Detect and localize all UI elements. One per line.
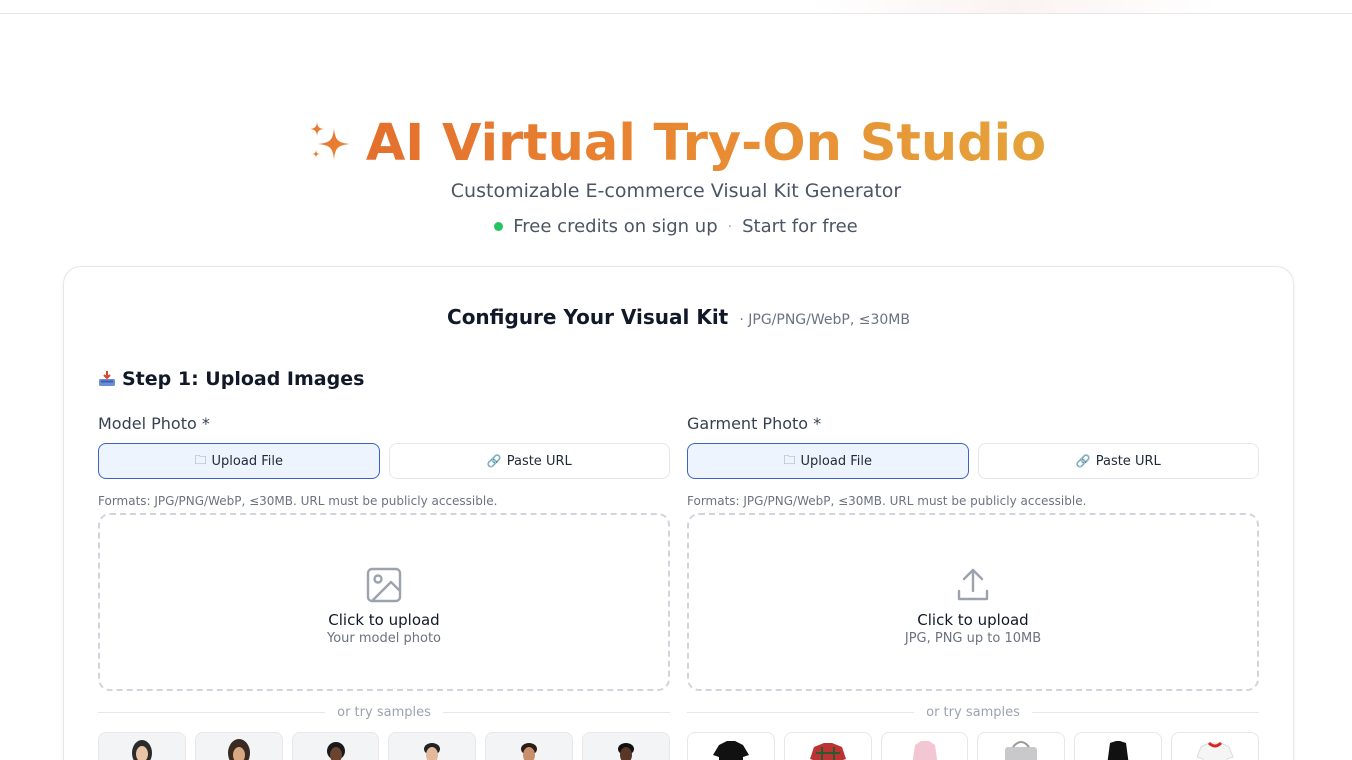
- tab-label: Paste URL: [1095, 453, 1161, 469]
- model-samples: [98, 732, 670, 760]
- status-dot-icon: [494, 222, 504, 231]
- step-title: Step 1: Upload Images: [98, 368, 364, 390]
- model-paste-url-tab[interactable]: 🔗 Paste URL: [388, 443, 670, 479]
- app-title: AI Virtual Try-On Studio: [365, 113, 1047, 173]
- link-icon: 🔗: [1075, 454, 1091, 468]
- model-sample-thumb[interactable]: [194, 732, 283, 760]
- dropzone-subtitle: Your model photo: [327, 630, 441, 646]
- garment-samples: [687, 732, 1259, 760]
- top-nav-bar: [0, 0, 1352, 14]
- samples-divider: or try samples: [98, 705, 670, 720]
- hero-title: AI Virtual Try-On Studio: [306, 108, 1046, 178]
- garment-sample-thumb[interactable]: [1074, 732, 1163, 760]
- app-subtitle: Customizable E-commerce Visual Kit Gener…: [450, 180, 902, 202]
- tab-label: Upload File: [211, 453, 283, 469]
- garment-source-tabs: 🗀 Upload File 🔗 Paste URL: [687, 443, 1259, 479]
- garment-upload-dropzone[interactable]: Click to upload JPG, PNG up to 10MB: [687, 513, 1259, 691]
- card-title: Configure Your Visual Kit: [447, 305, 729, 329]
- link-icon: 🔗: [486, 454, 502, 468]
- dropzone-subtitle: JPG, PNG up to 10MB: [904, 630, 1042, 646]
- model-sample-thumb[interactable]: [98, 732, 186, 760]
- inbox-tray-icon: [99, 371, 115, 386]
- card-formats: · JPG/PNG/WebP, ≤30MB: [739, 312, 910, 328]
- garment-photo-label: Garment Photo *: [687, 414, 822, 433]
- samples-label: or try samples: [337, 705, 431, 720]
- garment-photo-section: Garment Photo * 🗀 Upload File 🔗 Paste UR…: [687, 414, 1259, 760]
- samples-divider: or try samples: [687, 705, 1259, 720]
- credits-note: Free credits on sign up · Start for free: [494, 216, 858, 237]
- model-sample-thumb[interactable]: [582, 732, 670, 760]
- garment-sample-thumb[interactable]: [977, 732, 1066, 760]
- garment-sample-thumb[interactable]: [1171, 732, 1259, 760]
- folder-icon: 🗀: [194, 452, 207, 467]
- model-upload-file-tab[interactable]: 🗀 Upload File: [98, 443, 380, 479]
- model-photo-label: Model Photo *: [98, 414, 210, 433]
- model-photo-section: Model Photo * 🗀 Upload File 🔗 Paste URL …: [98, 414, 670, 760]
- dropzone-title: Click to upload: [328, 610, 440, 629]
- garment-paste-url-tab[interactable]: 🔗 Paste URL: [977, 443, 1259, 479]
- model-sample-thumb[interactable]: [388, 732, 477, 760]
- model-format-hint: Formats: JPG/PNG/WebP, ≤30MB. URL must b…: [98, 494, 498, 508]
- separator: ·: [727, 218, 733, 235]
- step-title-text: Step 1: Upload Images: [122, 368, 365, 390]
- start-free-text: Start for free: [742, 216, 858, 237]
- garment-upload-file-tab[interactable]: 🗀 Upload File: [687, 443, 969, 479]
- config-card: Configure Your Visual Kit · JPG/PNG/WebP…: [63, 266, 1294, 760]
- garment-sample-thumb[interactable]: [783, 732, 872, 760]
- model-source-tabs: 🗀 Upload File 🔗 Paste URL: [98, 443, 670, 479]
- upload-icon: [957, 568, 989, 600]
- tab-label: Paste URL: [506, 453, 572, 469]
- dropzone-title: Click to upload: [917, 610, 1029, 629]
- model-sample-thumb[interactable]: [291, 732, 380, 760]
- free-credits-text: Free credits on sign up: [513, 216, 718, 237]
- model-upload-dropzone[interactable]: Click to upload Your model photo: [98, 513, 670, 691]
- tab-label: Upload File: [800, 453, 872, 469]
- hero-section: AI Virtual Try-On Studio Customizable E-…: [0, 108, 1352, 237]
- garment-sample-thumb[interactable]: [880, 732, 969, 760]
- model-sample-thumb[interactable]: [485, 732, 574, 760]
- garment-sample-thumb[interactable]: [687, 732, 775, 760]
- samples-label: or try samples: [926, 705, 1020, 720]
- sparkles-icon: [309, 122, 350, 160]
- card-header: Configure Your Visual Kit · JPG/PNG/WebP…: [64, 305, 1293, 329]
- image-icon: [366, 567, 402, 602]
- folder-icon: 🗀: [783, 452, 796, 467]
- garment-format-hint: Formats: JPG/PNG/WebP, ≤30MB. URL must b…: [687, 494, 1087, 508]
